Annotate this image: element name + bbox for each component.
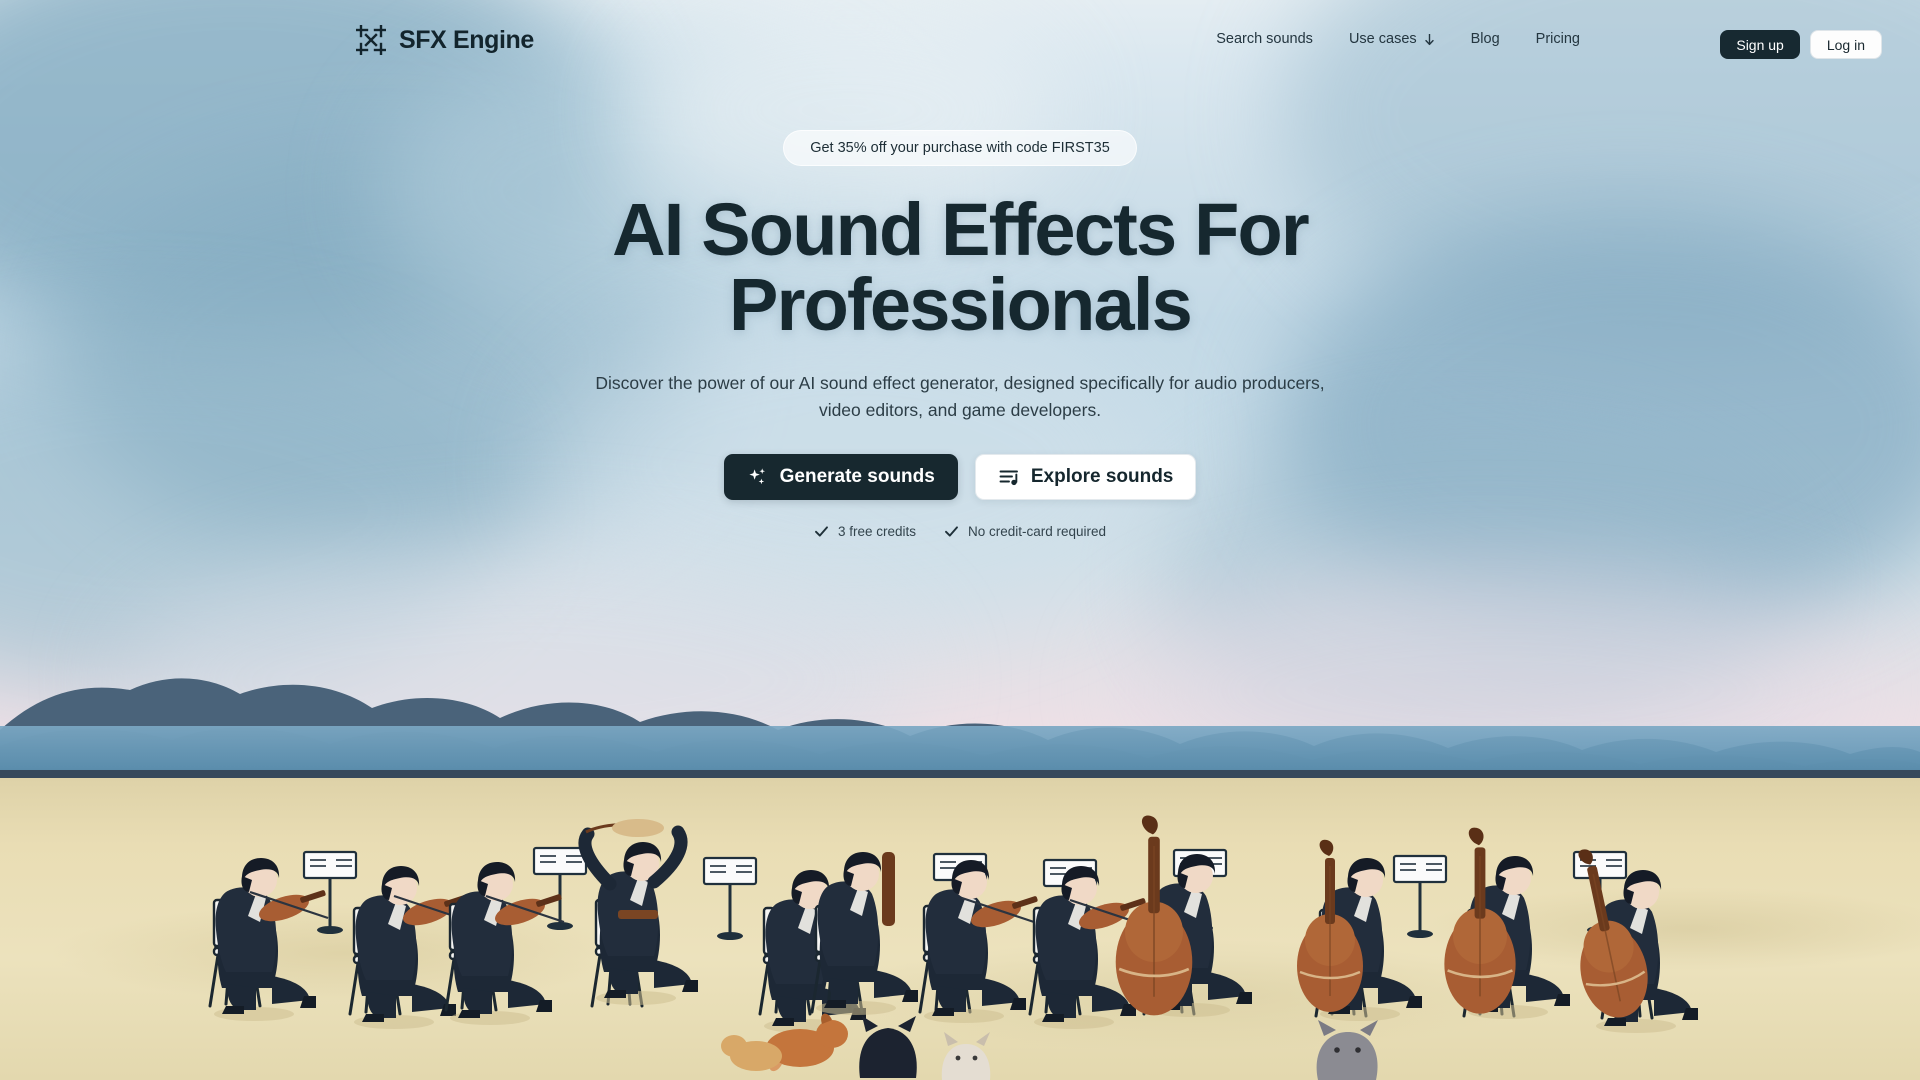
log-in-button[interactable]: Log in: [1809, 30, 1882, 59]
generate-sounds-button[interactable]: Generate sounds: [723, 453, 958, 500]
logo-text: SFX Engine: [399, 25, 534, 54]
trust-row: 3 free credits No credit-card required: [814, 524, 1106, 539]
logo[interactable]: SFX Engine: [356, 25, 534, 55]
trust-item-free-credits: 3 free credits: [814, 524, 916, 539]
nav-link-search-sounds[interactable]: Search sounds: [1216, 28, 1331, 50]
arrow-down-icon: [1424, 33, 1434, 45]
musicians-group: [208, 814, 1698, 1080]
check-icon: [814, 526, 828, 537]
check-icon: [945, 526, 958, 537]
explore-sounds-button[interactable]: Explore sounds: [974, 453, 1197, 500]
cat-foreground: [859, 1016, 917, 1078]
promo-banner[interactable]: Get 35% off your purchase with code FIRS…: [783, 130, 1137, 166]
cat-grey: [1316, 1020, 1378, 1080]
nav-link-blog[interactable]: Blog: [1453, 28, 1518, 50]
hero-subtitle: Discover the power of our AI sound effec…: [595, 373, 1325, 421]
trust-label: No credit-card required: [967, 523, 1107, 539]
nav-label: Search sounds: [1216, 31, 1313, 47]
cta-row: Generate sounds Explore sounds: [723, 453, 1197, 500]
converging-arrows-icon: [356, 25, 386, 55]
explore-sounds-label: Explore sounds: [1030, 465, 1174, 487]
trust-label: 3 free credits: [837, 523, 916, 539]
orchestra-illustration: [0, 660, 1920, 1080]
nav-link-pricing[interactable]: Pricing: [1518, 28, 1598, 50]
water-band: [0, 726, 1920, 770]
nav-label: Use cases: [1348, 31, 1417, 47]
page-title: AI Sound Effects For Professionals: [612, 188, 1310, 346]
sparkles-icon: [749, 468, 765, 484]
hero-section: Get 35% off your purchase with code FIRS…: [0, 0, 1920, 539]
playlist-music-icon: [999, 470, 1018, 485]
auth-buttons: Sign up Log in: [1720, 30, 1882, 59]
site-header: SFX Engine Search sounds Use cases Blog …: [0, 0, 1920, 78]
nav-label: Blog: [1470, 31, 1500, 47]
sign-up-button[interactable]: Sign up: [1720, 30, 1800, 59]
nav-link-use-cases[interactable]: Use cases: [1331, 28, 1453, 50]
cat-siamese: [941, 1032, 991, 1080]
trust-item-no-credit-card: No credit-card required: [944, 524, 1106, 539]
generate-sounds-label: Generate sounds: [779, 465, 935, 487]
main-nav: Search sounds Use cases Blog Pricing: [1216, 28, 1598, 50]
nav-label: Pricing: [1535, 31, 1580, 47]
